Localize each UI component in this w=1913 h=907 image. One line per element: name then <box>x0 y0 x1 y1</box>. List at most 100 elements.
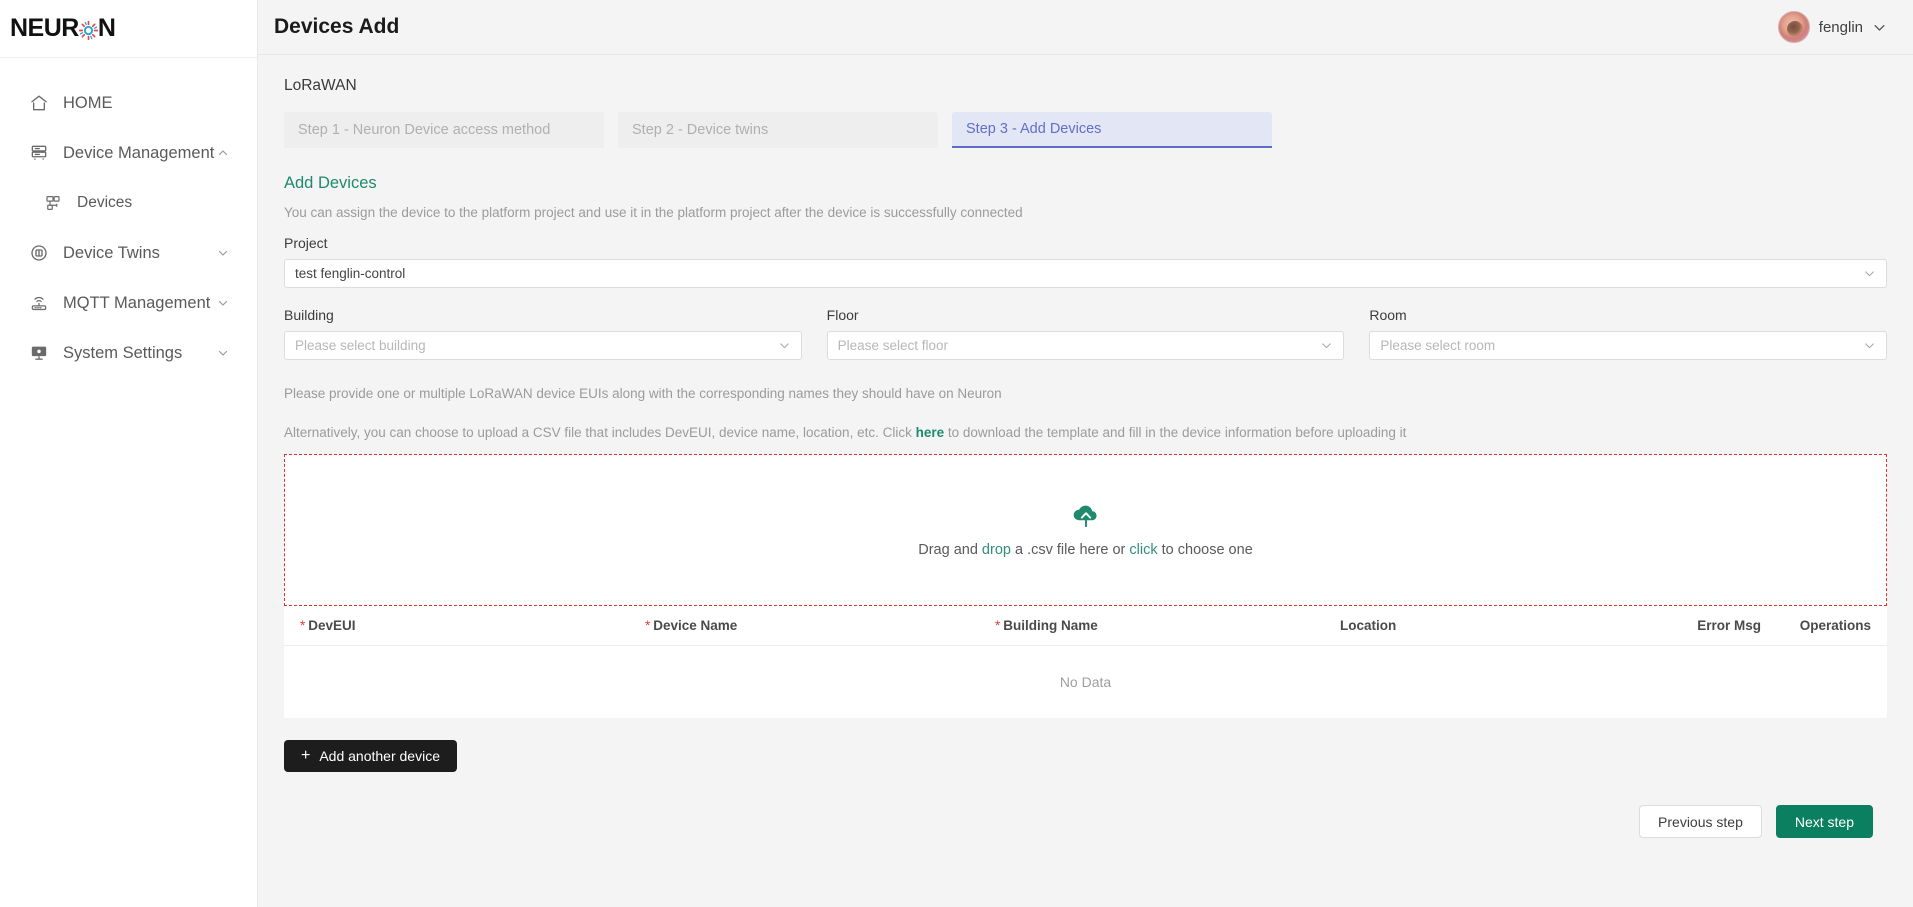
sidebar-item-label: System Settings <box>63 343 183 362</box>
chevron-up-icon[interactable] <box>217 147 229 159</box>
column-header-operations: Operations <box>1761 618 1871 633</box>
chevron-down-icon[interactable] <box>217 247 229 259</box>
logo-container[interactable]: NEUR N <box>0 0 257 58</box>
sidebar-item-label: Device Twins <box>63 243 160 262</box>
column-header-error-msg: Error Msg <box>1641 618 1761 633</box>
column-label: Location <box>1340 618 1397 633</box>
column-label: Operations <box>1799 618 1871 633</box>
building-select[interactable]: Please select building <box>284 331 802 360</box>
room-placeholder: Please select room <box>1380 338 1496 353</box>
page-title: Devices Add <box>274 15 400 38</box>
sidebar-item-label: HOME <box>63 93 113 112</box>
dropzone-pre: Drag and <box>918 542 982 558</box>
dropzone-drop-link[interactable]: drop <box>982 542 1011 558</box>
section-title: Add Devices <box>284 174 377 192</box>
floor-select[interactable]: Please select floor <box>826 331 1345 360</box>
add-another-device-button[interactable]: + Add another device <box>284 740 457 772</box>
user-name: fenglin <box>1818 18 1863 36</box>
main-area: Devices Add fenglin LoRaWAN Step 1 - Neu… <box>258 0 1913 907</box>
project-label: Project <box>284 235 328 251</box>
sidebar-item-system-settings[interactable]: System Settings <box>0 328 257 378</box>
devices-table: * DevEUI * Device Name * Building Name Loca… <box>284 606 1887 718</box>
room-field-group: Room Please select room <box>1369 307 1888 360</box>
column-label: DevEUI <box>308 618 356 633</box>
building-label: Building <box>284 307 334 323</box>
eui-hint-text: Please provide one or multiple LoRaWAN d… <box>284 386 1002 401</box>
logo-text-part1: NEUR <box>10 14 79 42</box>
sidebar-item-device-management[interactable]: Device Management <box>0 128 257 178</box>
router-icon <box>28 293 49 314</box>
required-marker: * <box>995 618 1001 633</box>
sidebar-item-mqtt-management[interactable]: MQTT Management <box>0 278 257 328</box>
column-header-deveui: * DevEUI <box>300 618 645 633</box>
device-icon <box>42 193 63 214</box>
chevron-down-icon <box>778 339 791 352</box>
csv-hint-post: to download the template and fill in the… <box>947 425 1407 440</box>
chevron-down-icon <box>1863 339 1876 352</box>
cloud-upload-icon <box>1071 502 1101 528</box>
csv-hint-pre: Alternatively, you can choose to upload … <box>284 425 912 440</box>
step-label: Step 3 - Add Devices <box>966 121 1102 137</box>
content-area: LoRaWAN Step 1 - Neuron Device access me… <box>258 55 1913 907</box>
tab-step-1[interactable]: Step 1 - Neuron Device access method <box>284 112 604 148</box>
required-marker: * <box>645 618 651 633</box>
column-label: Device Name <box>653 618 738 633</box>
sidebar-item-home[interactable]: HOME <box>0 78 257 128</box>
floor-placeholder: Please select floor <box>837 338 948 353</box>
gear-icon <box>78 21 98 40</box>
csv-hint-text: Alternatively, you can choose to upload … <box>284 401 1887 454</box>
sidebar-item-device-twins[interactable]: Device Twins <box>0 228 257 278</box>
chevron-down-icon[interactable] <box>217 347 229 359</box>
tab-step-3[interactable]: Step 3 - Add Devices <box>952 112 1272 148</box>
add-devices-panel: Add Devices You can assign the device to… <box>272 148 1899 838</box>
step-tabs: Step 1 - Neuron Device access method Ste… <box>272 112 1899 148</box>
sidebar-item-devices[interactable]: Devices <box>0 178 257 228</box>
section-description: You can assign the device to the platfor… <box>284 205 1023 220</box>
monitor-icon <box>28 343 49 364</box>
step-label: Step 2 - Device twins <box>632 122 769 138</box>
building-placeholder: Please select building <box>295 338 426 353</box>
location-fields-row: Building Please select building Floor Pl… <box>284 307 1888 360</box>
column-header-building-name: * Building Name <box>995 618 1340 633</box>
chevron-down-icon[interactable] <box>1872 20 1887 35</box>
add-button-label: Add another device <box>319 748 440 764</box>
avatar <box>1777 11 1810 43</box>
csv-dropzone[interactable]: Drag and drop a .csv file here or click … <box>284 454 1887 606</box>
room-label: Room <box>1369 307 1407 323</box>
home-icon <box>28 93 49 114</box>
chevron-down-icon[interactable] <box>217 297 229 309</box>
logo-text-part2: N <box>97 14 116 42</box>
column-header-device-name: * Device Name <box>645 618 995 633</box>
dropzone-mid: a .csv file here or <box>1010 542 1130 558</box>
network-type-label: LoRaWAN <box>284 77 357 94</box>
twins-icon <box>28 243 49 264</box>
floor-label: Floor <box>826 307 859 323</box>
dropzone-click-link[interactable]: click <box>1129 542 1157 558</box>
next-step-button[interactable]: Next step <box>1775 805 1873 838</box>
table-empty-state: No Data <box>1059 674 1112 690</box>
table-header-row: * DevEUI * Device Name * Building Name Loca… <box>284 606 1887 646</box>
chevron-down-icon <box>1320 339 1333 352</box>
project-select[interactable]: test fenglin-control <box>284 259 1887 288</box>
app-root: NEUR N HOME Device Management Devices De… <box>0 0 1913 907</box>
user-menu[interactable]: fenglin <box>1777 11 1887 43</box>
previous-step-button[interactable]: Previous step <box>1639 805 1762 838</box>
tab-step-2[interactable]: Step 2 - Device twins <box>618 112 938 148</box>
top-bar: Devices Add fenglin <box>258 0 1913 55</box>
dropzone-text: Drag and drop a .csv file here or click … <box>918 542 1253 558</box>
footer-actions: Previous step Next step <box>284 772 1887 838</box>
download-template-link[interactable]: here <box>916 425 945 440</box>
project-value: test fenglin-control <box>295 266 406 281</box>
room-select[interactable]: Please select room <box>1369 331 1888 360</box>
sidebar-item-label: Device Management <box>63 143 215 162</box>
sidebar-item-label: Devices <box>77 194 133 211</box>
floor-field-group: Floor Please select floor <box>826 307 1345 360</box>
sidebar: NEUR N HOME Device Management Devices De… <box>0 0 258 907</box>
plus-icon: + <box>301 747 311 764</box>
dropzone-post: to choose one <box>1157 542 1253 558</box>
server-icon <box>28 143 49 164</box>
chevron-down-icon <box>1863 267 1876 280</box>
step-label: Step 1 - Neuron Device access method <box>298 122 551 138</box>
required-marker: * <box>300 618 306 633</box>
column-label: Error Msg <box>1697 618 1761 633</box>
